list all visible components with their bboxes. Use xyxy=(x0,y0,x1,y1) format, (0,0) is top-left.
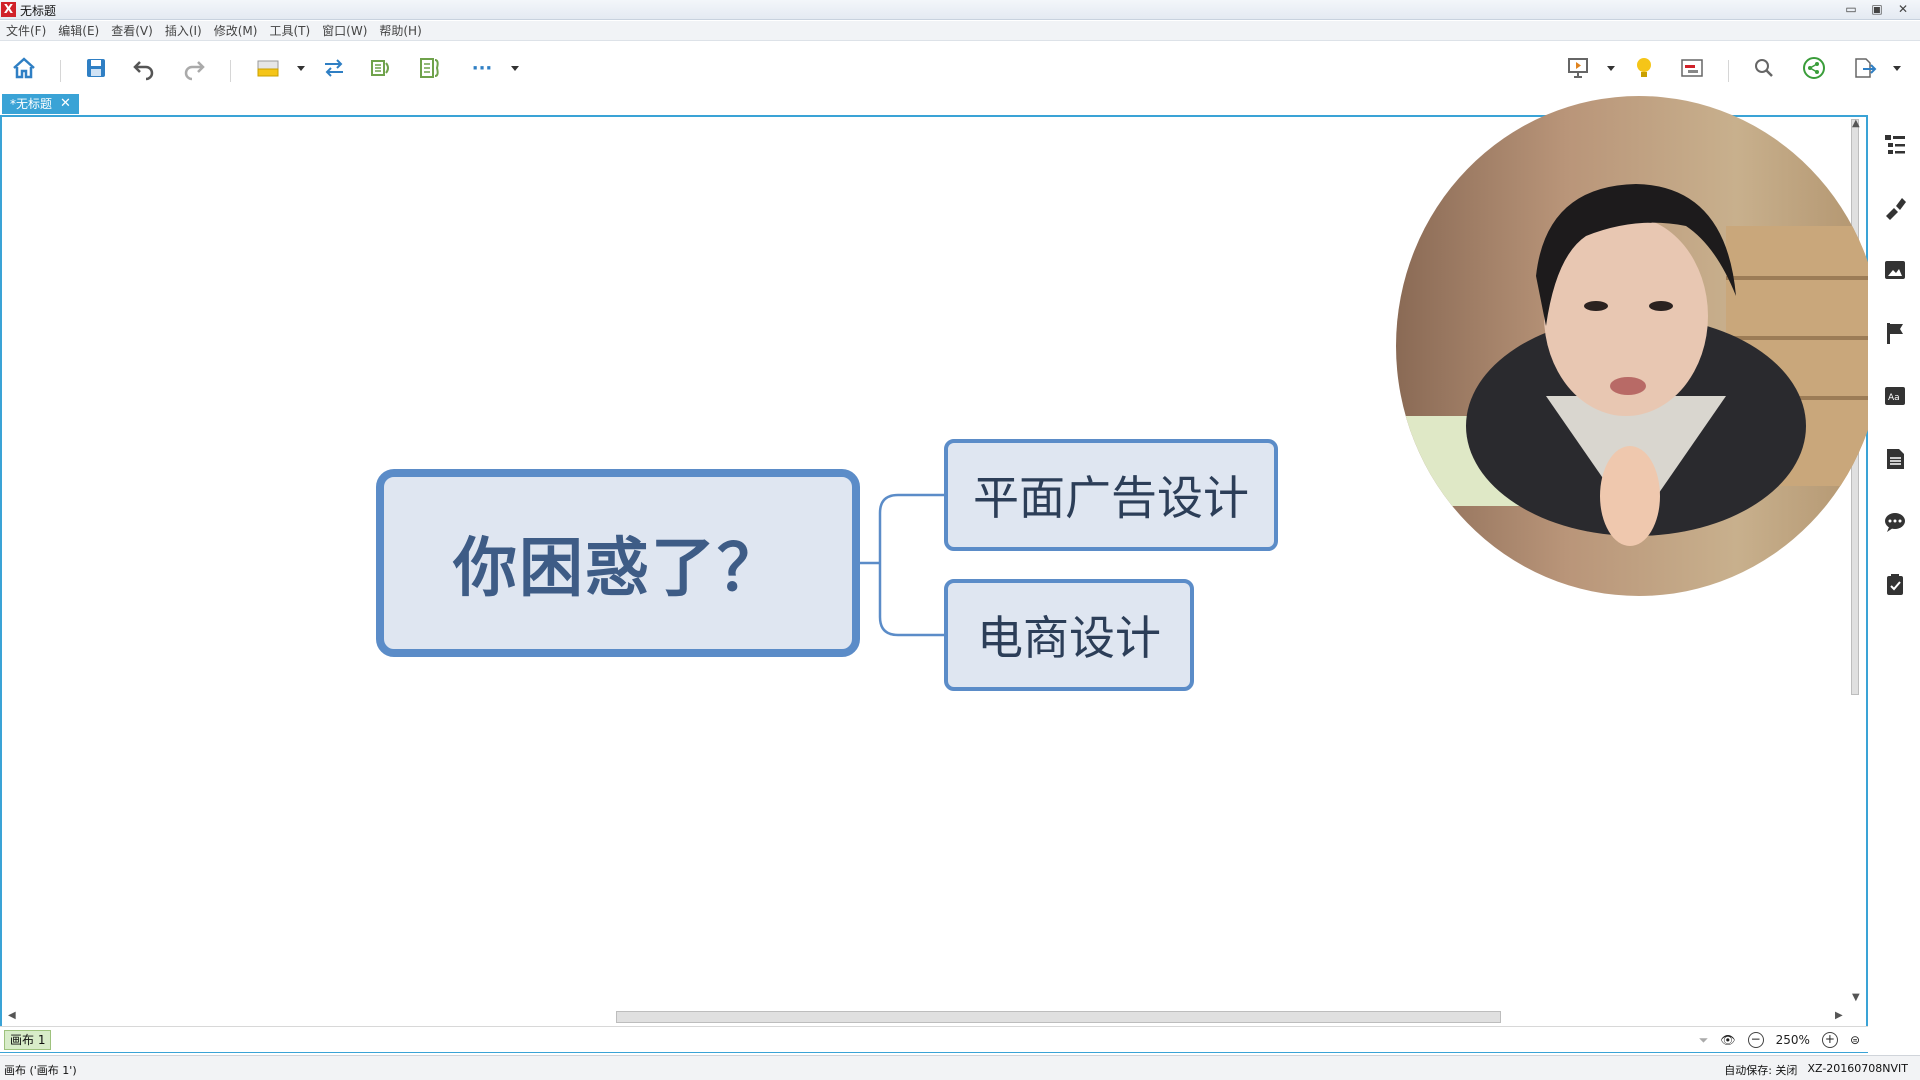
presentation-icon[interactable] xyxy=(1564,54,1592,82)
boundary-icon[interactable] xyxy=(416,54,444,82)
horizontal-scrollbar[interactable] xyxy=(4,1008,1846,1024)
window-controls: ▭ ▣ ✕ xyxy=(1840,1,1914,17)
status-right: 自动保存: 关闭 XZ-20160708NVIT xyxy=(1724,1062,1908,1078)
scroll-up-arrow[interactable]: ▲ xyxy=(1852,118,1860,129)
menu-window[interactable]: 窗口(W) xyxy=(322,22,367,39)
subtopic-label: 电商设计 xyxy=(977,611,1161,665)
horizontal-scroll-thumb[interactable] xyxy=(616,1011,1501,1023)
tab-untitled[interactable]: *无标题 ✕ xyxy=(2,94,79,114)
tab-label: *无标题 xyxy=(10,97,53,111)
comments-icon[interactable] xyxy=(1882,509,1908,535)
close-window-button[interactable]: ✕ xyxy=(1892,1,1914,17)
eye-icon[interactable]: 👁 xyxy=(1720,1033,1735,1047)
gantt-icon[interactable] xyxy=(1678,54,1706,82)
export-icon[interactable] xyxy=(1850,54,1878,82)
menu-help[interactable]: 帮助(H) xyxy=(379,22,421,39)
zoom-out-button[interactable]: − xyxy=(1747,1032,1764,1048)
undo-icon[interactable] xyxy=(130,54,158,82)
topic-style-icon[interactable] xyxy=(254,54,282,82)
right-sidebar: Aa xyxy=(1868,115,1920,1053)
fit-icon[interactable]: ⊜ xyxy=(1850,1033,1860,1047)
central-topic-label: 你困惑了？ xyxy=(453,532,783,606)
toolbar-separator xyxy=(60,60,61,82)
toolbar-separator xyxy=(1728,60,1729,82)
summary-icon[interactable] xyxy=(368,54,396,82)
sheet-bar: 画布 1 ⏷ 👁 − 250% + ⊜ xyxy=(0,1026,1868,1052)
zoom-level[interactable]: 250% xyxy=(1776,1033,1810,1047)
central-topic[interactable]: 你困惑了？ xyxy=(376,469,860,657)
zoom-controls: ⏷ 👁 − 250% + ⊜ xyxy=(1699,1029,1860,1051)
share-icon[interactable] xyxy=(1800,54,1828,82)
format-icon[interactable] xyxy=(1882,194,1908,220)
relationship-icon[interactable] xyxy=(320,54,348,82)
task-icon[interactable] xyxy=(1882,572,1908,598)
window-title: 无标题 xyxy=(20,4,57,18)
search-icon[interactable] xyxy=(1750,54,1778,82)
outline-icon[interactable] xyxy=(1882,131,1908,157)
menu-bar: 文件(F) 编辑(E) 查看(V) 插入(I) 修改(M) 工具(T) 窗口(W… xyxy=(0,21,1920,41)
scroll-right-arrow[interactable]: ▶ xyxy=(1835,1010,1843,1021)
idea-icon[interactable] xyxy=(1630,54,1658,82)
autosave-status[interactable]: 自动保存: 关闭 xyxy=(1724,1062,1797,1078)
menu-file[interactable]: 文件(F) xyxy=(6,22,46,39)
menu-modify[interactable]: 修改(M) xyxy=(214,22,258,39)
close-icon[interactable]: ✕ xyxy=(60,94,71,114)
topic-style-dropdown[interactable] xyxy=(297,66,305,71)
more-dropdown[interactable] xyxy=(511,66,519,71)
notes-icon[interactable] xyxy=(1882,446,1908,472)
filter-icon[interactable]: ⏷ xyxy=(1699,1033,1709,1048)
subtopic-1[interactable]: 平面广告设计 xyxy=(944,439,1278,551)
status-sheet-info: 画布 ('画布 1') xyxy=(4,1064,77,1077)
presentation-dropdown[interactable] xyxy=(1607,66,1615,71)
menu-edit[interactable]: 编辑(E) xyxy=(58,22,99,39)
scroll-left-arrow[interactable]: ◀ xyxy=(8,1010,16,1021)
text-style-icon[interactable]: Aa xyxy=(1882,383,1908,409)
toolbar-separator xyxy=(230,60,231,82)
marker-icon[interactable] xyxy=(1882,320,1908,346)
subtopic-2[interactable]: 电商设计 xyxy=(944,579,1194,691)
scroll-down-arrow[interactable]: ▼ xyxy=(1852,992,1860,1003)
svg-text:Aa: Aa xyxy=(1888,393,1900,403)
machine-name: XZ-20160708NVIT xyxy=(1807,1062,1908,1075)
image-icon[interactable] xyxy=(1882,257,1908,283)
minimize-button[interactable]: ▭ xyxy=(1840,1,1862,17)
title-bar: X 无标题 ▭ ▣ ✕ xyxy=(0,0,1920,20)
webcam-overlay xyxy=(1396,96,1882,596)
restore-button[interactable]: ▣ xyxy=(1866,1,1888,17)
home-icon[interactable] xyxy=(10,54,38,82)
app-logo-icon: X xyxy=(1,2,16,17)
export-dropdown[interactable] xyxy=(1893,66,1901,71)
menu-insert[interactable]: 插入(I) xyxy=(165,22,202,39)
menu-view[interactable]: 查看(V) xyxy=(111,22,153,39)
menu-tools[interactable]: 工具(T) xyxy=(269,22,310,39)
subtopic-label: 平面广告设计 xyxy=(973,471,1249,525)
zoom-in-button[interactable]: + xyxy=(1821,1032,1838,1048)
main-toolbar: ··· xyxy=(0,42,1920,94)
status-bar: 画布 ('画布 1') 自动保存: 关闭 XZ-20160708NVIT xyxy=(0,1055,1920,1080)
sheet-tab[interactable]: 画布 1 xyxy=(4,1030,52,1050)
more-icon[interactable]: ··· xyxy=(468,54,496,82)
save-icon[interactable] xyxy=(82,54,110,82)
redo-icon[interactable] xyxy=(180,54,208,82)
